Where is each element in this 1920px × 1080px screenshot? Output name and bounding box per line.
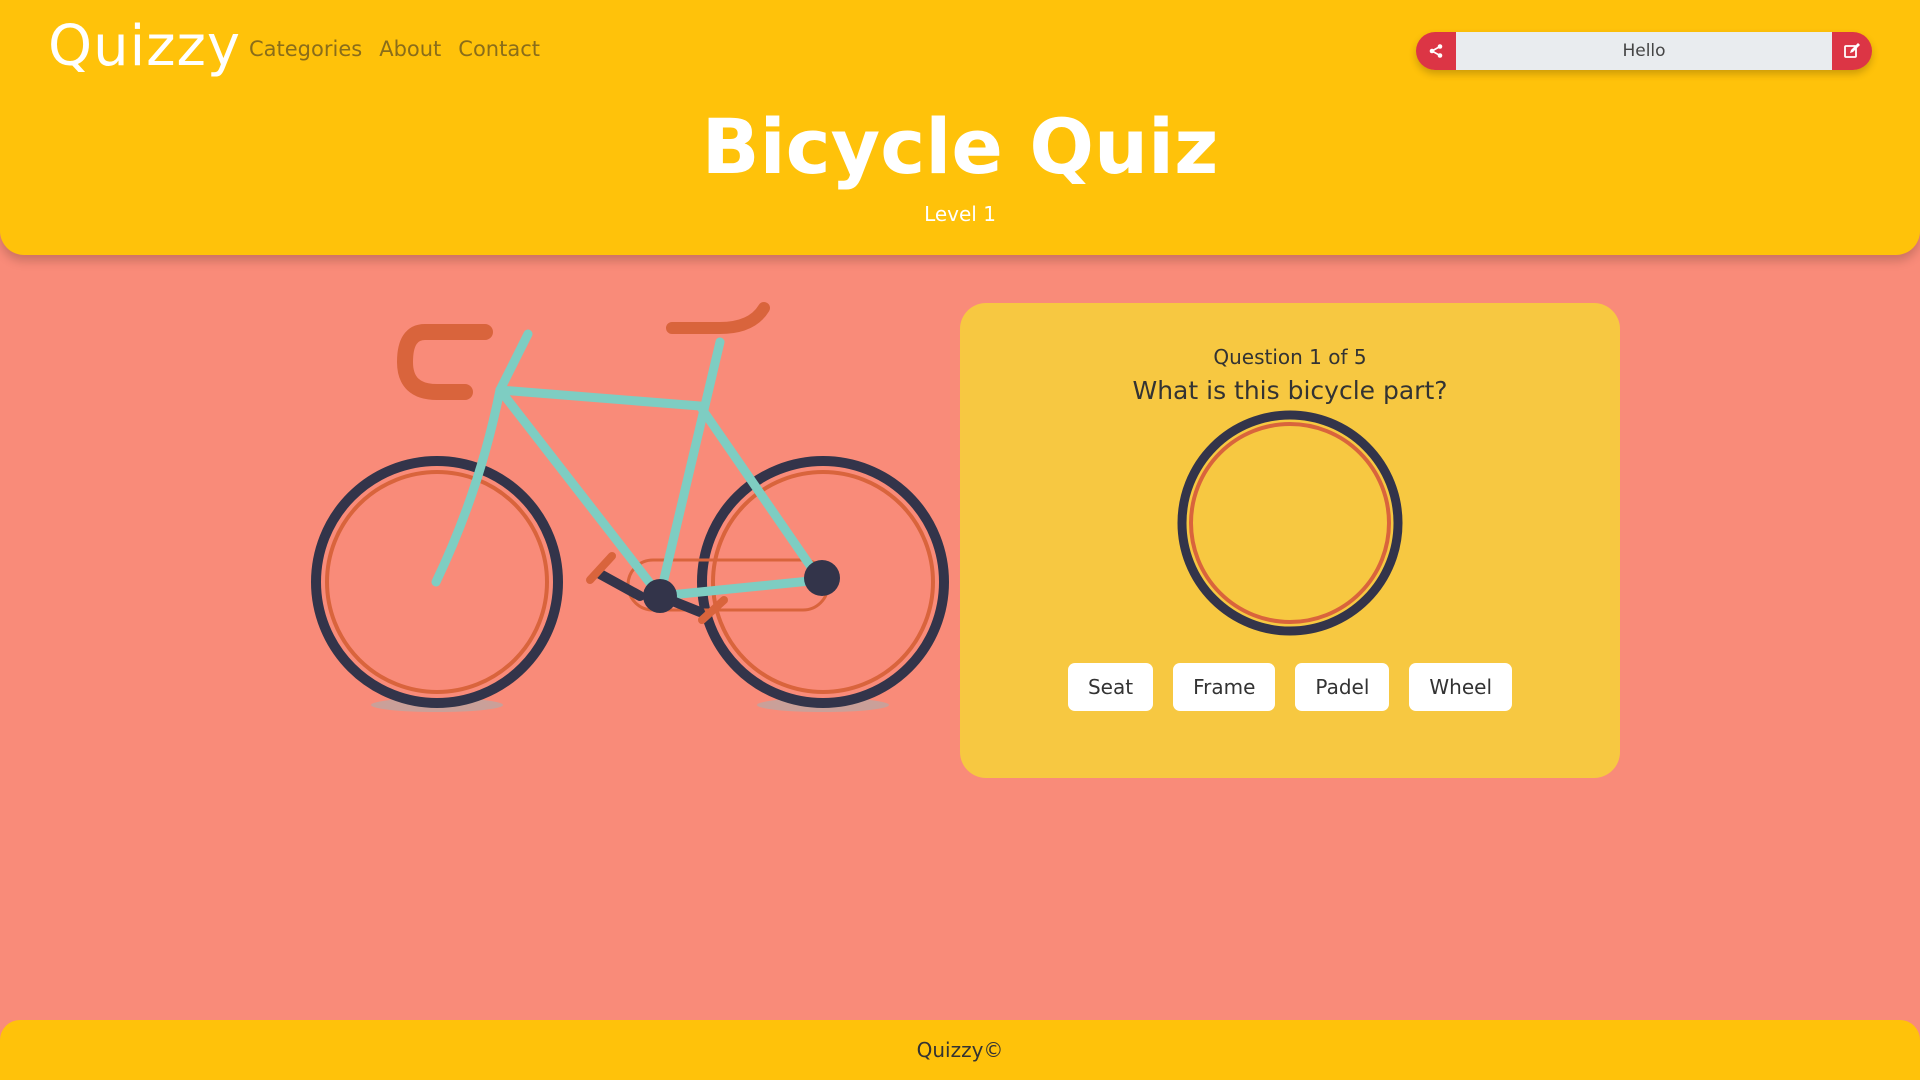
answer-button-frame[interactable]: Frame [1173, 663, 1276, 711]
question-progress: Question 1 of 5 [1213, 345, 1367, 369]
nav-link-about[interactable]: About [379, 37, 441, 61]
question-text: What is this bicycle part? [1132, 376, 1448, 405]
share-button[interactable] [1416, 32, 1456, 70]
edit-icon [1844, 43, 1860, 58]
wheel-image [1177, 410, 1403, 636]
brand-logo[interactable]: Quizzy [48, 14, 241, 79]
answer-button-padel[interactable]: Padel [1295, 663, 1390, 711]
answer-button-wheel[interactable]: Wheel [1409, 663, 1513, 711]
answer-options: Seat Frame Padel Wheel [960, 663, 1620, 711]
user-greeting-group: Hello [1416, 32, 1872, 70]
nav-link-contact[interactable]: Contact [458, 37, 540, 61]
bicycle-illustration [311, 302, 949, 712]
footer-text: Quizzy© [916, 1038, 1004, 1062]
greeting-text: Hello [1456, 32, 1832, 70]
quiz-card: Question 1 of 5 What is this bicycle par… [960, 303, 1620, 778]
level-subtitle: Level 1 [924, 202, 996, 226]
page-title: Bicycle Quiz [701, 102, 1219, 191]
share-icon [1429, 44, 1443, 58]
header: Quizzy Categories About Contact Hello Bi… [0, 0, 1920, 255]
edit-button[interactable] [1832, 32, 1872, 70]
nav-link-categories[interactable]: Categories [249, 37, 362, 61]
footer: Quizzy© [0, 1020, 1920, 1080]
main-nav: Categories About Contact [249, 37, 540, 61]
answer-button-seat[interactable]: Seat [1067, 663, 1154, 711]
